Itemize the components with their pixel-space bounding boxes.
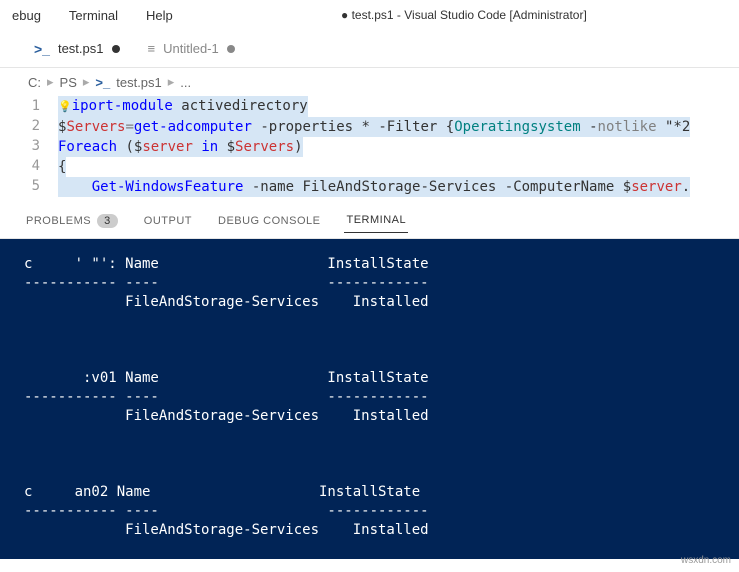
chevron-right-icon: ▸ xyxy=(83,74,90,90)
chevron-right-icon: ▸ xyxy=(47,74,54,90)
modified-dot-icon xyxy=(227,45,235,53)
powershell-icon: >_ xyxy=(34,41,50,57)
editor-tabs: >_ test.ps1 ≡ Untitled-1 xyxy=(0,30,739,68)
panel-tab-terminal[interactable]: TERMINAL xyxy=(344,208,408,233)
code-area[interactable]: 💡iport-module activedirectory$Servers=ge… xyxy=(58,96,739,197)
breadcrumb-part[interactable]: C: xyxy=(28,75,41,90)
problems-badge: 3 xyxy=(97,214,118,228)
menu-terminal[interactable]: Terminal xyxy=(65,4,122,27)
breadcrumb-part[interactable]: PS xyxy=(60,75,77,90)
tab-label: test.ps1 xyxy=(58,41,104,56)
tab-label: Untitled-1 xyxy=(163,41,219,56)
code-line[interactable]: 💡iport-module activedirectory xyxy=(58,96,739,117)
tab-untitled-1[interactable]: ≡ Untitled-1 xyxy=(134,33,249,64)
chevron-right-icon: ▸ xyxy=(168,74,175,90)
code-line[interactable]: $Servers=get-adcomputer -properties * -F… xyxy=(58,117,739,137)
code-line[interactable]: Foreach ($server in $Servers) xyxy=(58,137,739,157)
panel-tab-debug-console[interactable]: DEBUG CONSOLE xyxy=(216,209,322,233)
panel-tab-output[interactable]: OUTPUT xyxy=(142,209,194,233)
panel-tab-problems[interactable]: PROBLEMS 3 xyxy=(24,208,120,234)
window-title: ● test.ps1 - Visual Studio Code [Adminis… xyxy=(197,8,731,22)
menu-help[interactable]: Help xyxy=(142,4,177,27)
watermark: wsxdn.com xyxy=(681,555,731,566)
titlebar: ebug Terminal Help ● test.ps1 - Visual S… xyxy=(0,0,739,30)
panel-tabs: PROBLEMS 3 OUTPUT DEBUG CONSOLE TERMINAL xyxy=(0,203,739,239)
code-line[interactable]: Get-WindowsFeature -name FileAndStorage-… xyxy=(58,177,739,197)
file-icon: ≡ xyxy=(148,41,156,56)
lightbulb-icon[interactable]: 💡 xyxy=(58,100,72,113)
tab-test-ps1[interactable]: >_ test.ps1 xyxy=(20,33,134,65)
powershell-icon: >_ xyxy=(95,75,110,90)
breadcrumb-part[interactable]: test.ps1 xyxy=(116,75,162,90)
modified-dot-icon xyxy=(112,45,120,53)
menu-debug[interactable]: ebug xyxy=(8,4,45,27)
breadcrumb[interactable]: C: ▸ PS ▸ >_ test.ps1 ▸ ... xyxy=(0,68,739,96)
code-line[interactable]: { xyxy=(58,157,739,177)
terminal-output[interactable]: c ' "': Name InstallState ----------- --… xyxy=(0,239,739,559)
line-gutter: 1 2 3 4 5 xyxy=(0,96,58,197)
breadcrumb-part[interactable]: ... xyxy=(180,75,191,90)
code-editor[interactable]: 1 2 3 4 5 💡iport-module activedirectory$… xyxy=(0,96,739,197)
